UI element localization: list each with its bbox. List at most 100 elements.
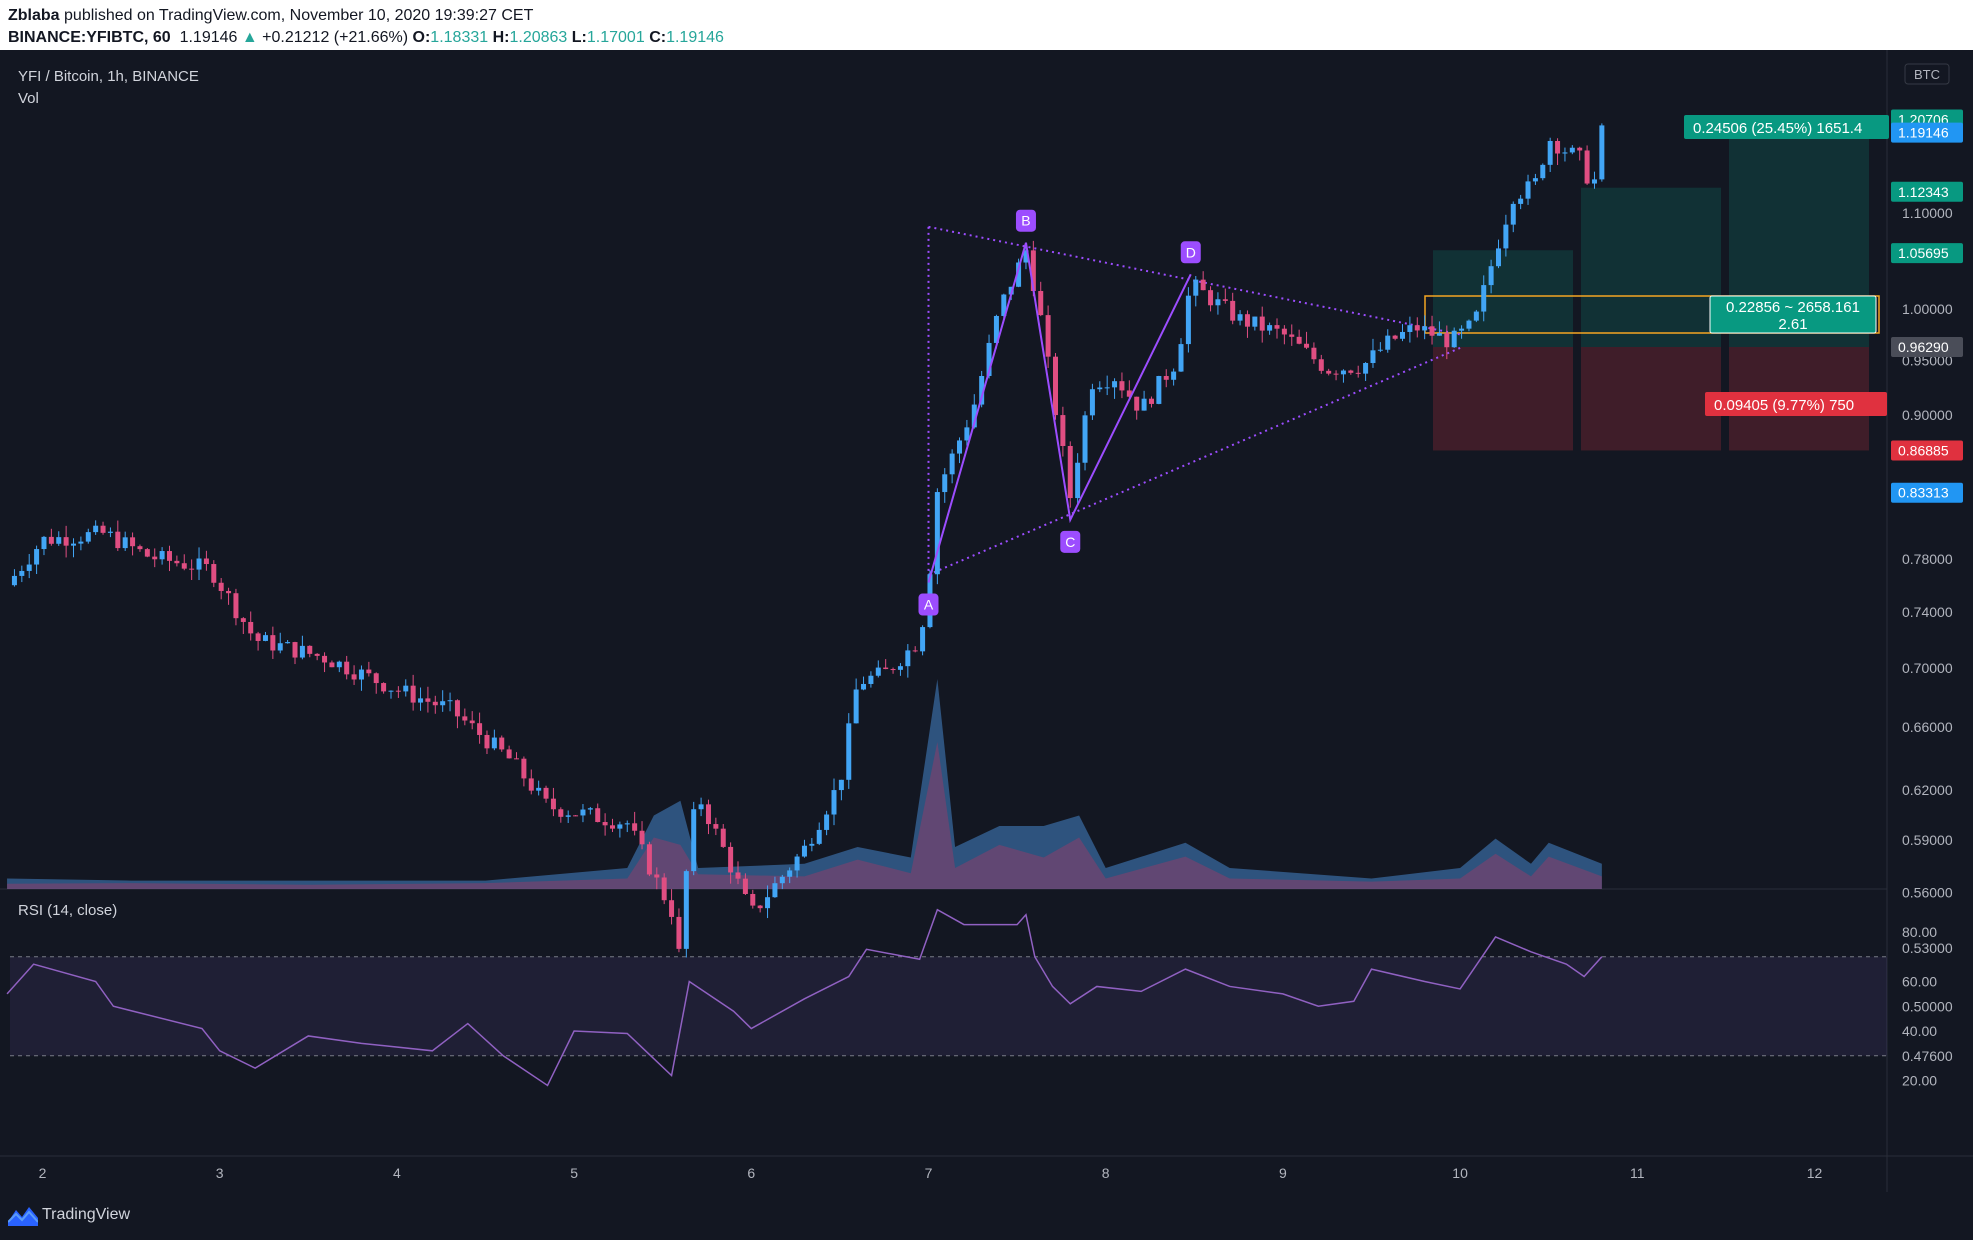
loss-zone[interactable] — [1581, 346, 1721, 451]
candle[interactable] — [299, 635, 305, 660]
candle[interactable] — [203, 550, 209, 571]
candle[interactable] — [56, 531, 62, 546]
candle[interactable] — [624, 820, 630, 833]
candle[interactable] — [602, 813, 608, 836]
candle[interactable] — [1370, 338, 1376, 368]
tradingview-brand[interactable]: TradingView — [42, 1206, 130, 1224]
candle[interactable] — [1178, 338, 1184, 372]
candle[interactable] — [1215, 292, 1221, 315]
candle[interactable] — [373, 672, 379, 694]
candle[interactable] — [617, 821, 623, 838]
candle[interactable] — [240, 617, 246, 635]
candle[interactable] — [949, 449, 955, 484]
candle[interactable] — [1547, 137, 1553, 173]
candle[interactable] — [1171, 368, 1177, 386]
target-label[interactable]: 0.24506 (25.45%) 1651.4 — [1684, 115, 1889, 139]
candle[interactable] — [262, 631, 268, 642]
candle[interactable] — [713, 817, 719, 836]
candle[interactable] — [661, 873, 667, 905]
candle[interactable] — [536, 780, 542, 796]
candle[interactable] — [218, 578, 224, 600]
candle[interactable] — [381, 682, 387, 694]
candle[interactable] — [1340, 369, 1346, 383]
candle[interactable] — [816, 822, 822, 846]
candle[interactable] — [1289, 324, 1295, 346]
candle[interactable] — [166, 545, 172, 572]
candle[interactable] — [440, 690, 446, 712]
candle[interactable] — [11, 569, 17, 587]
candle[interactable] — [78, 536, 84, 551]
candle[interactable] — [48, 528, 54, 546]
candle[interactable] — [1244, 310, 1250, 338]
candle[interactable] — [853, 678, 859, 724]
candle[interactable] — [336, 660, 342, 673]
candle[interactable] — [469, 711, 475, 730]
candle[interactable] — [757, 904, 763, 913]
candle[interactable] — [418, 687, 424, 711]
candle[interactable] — [1495, 239, 1501, 269]
candle[interactable] — [189, 559, 195, 581]
candle[interactable] — [1200, 271, 1206, 291]
candle[interactable] — [720, 824, 726, 848]
candle[interactable] — [462, 708, 468, 726]
candle[interactable] — [1097, 381, 1103, 393]
candle[interactable] — [130, 532, 136, 556]
candle[interactable] — [181, 554, 187, 571]
candle[interactable] — [1333, 370, 1339, 381]
candle[interactable] — [543, 785, 549, 803]
candle[interactable] — [1577, 146, 1583, 161]
candle[interactable] — [528, 769, 534, 795]
candle[interactable] — [211, 560, 217, 588]
candle[interactable] — [1259, 306, 1265, 343]
candle[interactable] — [1555, 138, 1561, 166]
candle[interactable] — [292, 641, 298, 665]
time-scale[interactable]: 2 3 4 5 6 7 8 9 10 11 12 — [39, 1165, 1823, 1181]
candle[interactable] — [1355, 365, 1361, 378]
candle[interactable] — [63, 525, 69, 558]
abcd-pattern-labels[interactable]: A B C D — [918, 209, 1201, 616]
candle[interactable] — [1569, 145, 1575, 155]
candle[interactable] — [1407, 316, 1413, 343]
candle[interactable] — [824, 810, 830, 836]
candle[interactable] — [477, 712, 483, 744]
candle[interactable] — [1525, 174, 1531, 205]
candle[interactable] — [1591, 171, 1597, 189]
author-name[interactable]: Zblaba — [8, 7, 60, 24]
candle[interactable] — [1112, 378, 1118, 399]
candle[interactable] — [1067, 441, 1073, 508]
candle[interactable] — [1237, 310, 1243, 326]
candle[interactable] — [93, 520, 99, 535]
candle[interactable] — [395, 686, 401, 698]
candle[interactable] — [26, 553, 32, 579]
candle[interactable] — [580, 804, 586, 823]
candle[interactable] — [1075, 453, 1081, 506]
candle[interactable] — [1208, 286, 1214, 312]
candle[interactable] — [1311, 342, 1317, 364]
candle[interactable] — [1296, 329, 1302, 345]
candle[interactable] — [1414, 317, 1420, 338]
candle[interactable] — [1089, 383, 1095, 420]
abcd-pattern-line[interactable] — [927, 242, 1192, 583]
candle[interactable] — [765, 885, 771, 919]
candle[interactable] — [366, 661, 372, 677]
candle[interactable] — [1532, 173, 1538, 185]
candle[interactable] — [344, 655, 350, 680]
candle[interactable] — [1363, 362, 1369, 381]
candle[interactable] — [565, 810, 571, 824]
candle[interactable] — [1473, 309, 1479, 323]
candle[interactable] — [174, 555, 180, 567]
candle[interactable] — [750, 889, 756, 909]
candle[interactable] — [846, 713, 852, 789]
candle[interactable] — [1510, 201, 1516, 233]
candle[interactable] — [159, 547, 165, 565]
candle[interactable] — [329, 660, 335, 668]
candle[interactable] — [868, 671, 874, 688]
candle[interactable] — [1562, 147, 1568, 162]
candle[interactable] — [1148, 396, 1154, 408]
candle[interactable] — [100, 521, 106, 535]
candle[interactable] — [1281, 325, 1287, 345]
stop-label[interactable]: 0.09405 (9.77%) 750 — [1705, 392, 1887, 416]
candle[interactable] — [875, 660, 881, 678]
candle[interactable] — [595, 803, 601, 823]
candle[interactable] — [809, 837, 815, 852]
